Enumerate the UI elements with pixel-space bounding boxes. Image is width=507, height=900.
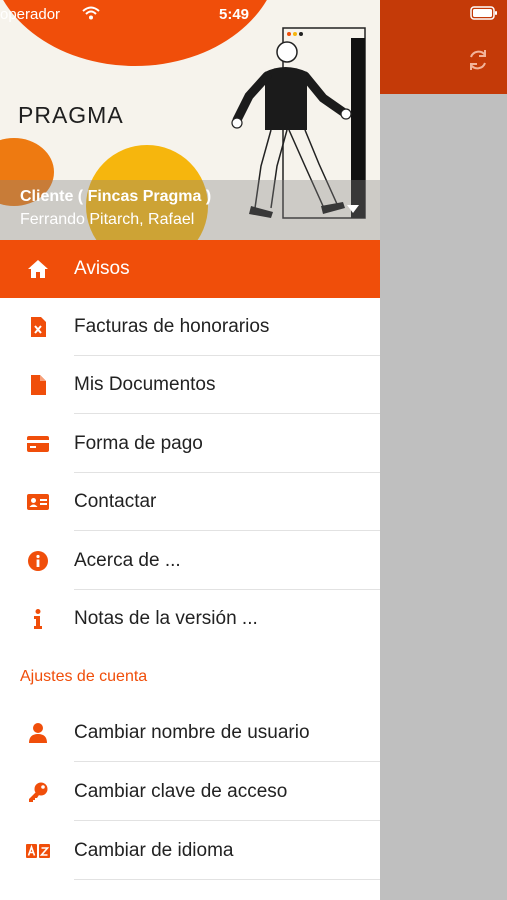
menu-item-notas-version[interactable]: Notas de la versión ... xyxy=(0,590,380,648)
menu-item-documentos[interactable]: Mis Documentos xyxy=(0,356,380,414)
language-icon xyxy=(26,844,50,858)
document-icon xyxy=(31,375,46,395)
user-name: Ferrando Pitarch, Rafael xyxy=(20,211,195,228)
menu-item-label: Contactar xyxy=(74,491,157,512)
status-carrier: operador xyxy=(0,6,61,23)
invoice-icon xyxy=(31,317,46,337)
drawer-header[interactable]: PRAGMA Cliente ( Fincas Pragma ) Ferrand… xyxy=(0,0,380,240)
info-circle-icon xyxy=(28,551,48,571)
refresh-icon[interactable] xyxy=(464,46,492,74)
menu-item-label: Facturas de honorarios xyxy=(74,316,270,337)
menu-item-cambiar-clave[interactable]: Cambiar clave de acceso xyxy=(0,763,380,821)
menu-item-cambiar-usuario[interactable]: Cambiar nombre de usuario xyxy=(0,704,380,762)
status-time: 5:49 xyxy=(219,6,250,23)
account-dropdown-icon[interactable] xyxy=(347,205,359,213)
menu-item-label: Cambiar nombre de usuario xyxy=(74,722,310,743)
battery-icon xyxy=(470,6,497,20)
menu-item-avisos[interactable]: Avisos xyxy=(0,240,380,298)
credit-card-icon xyxy=(27,436,49,452)
divider xyxy=(74,530,380,531)
contact-card-icon xyxy=(27,494,49,510)
navigation-drawer: PRAGMA Cliente ( Fincas Pragma ) Ferrand… xyxy=(0,0,380,900)
menu-item-label: Mis Documentos xyxy=(74,374,216,395)
menu-item-cambiar-idioma[interactable]: Cambiar de idioma xyxy=(0,822,380,880)
key-icon xyxy=(29,782,48,802)
menu-item-label: Avisos xyxy=(74,258,130,279)
menu-item-label: Acerca de ... xyxy=(74,550,181,571)
divider xyxy=(74,879,380,880)
pragma-logo: PRAGMA xyxy=(18,102,124,128)
menu-item-acerca[interactable]: Acerca de ... xyxy=(0,532,380,590)
divider xyxy=(74,413,380,414)
menu-item-forma-pago[interactable]: Forma de pago xyxy=(0,415,380,473)
user-icon xyxy=(29,723,47,743)
menu-item-label: Notas de la versión ... xyxy=(74,608,258,629)
home-icon xyxy=(28,260,48,278)
info-icon xyxy=(34,609,42,629)
menu-item-label: Cambiar clave de acceso xyxy=(74,781,288,802)
menu-item-contactar[interactable]: Contactar xyxy=(0,473,380,531)
menu-item-label: Forma de pago xyxy=(74,433,203,454)
divider xyxy=(74,761,380,762)
menu-item-label: Cambiar de idioma xyxy=(74,840,234,861)
wifi-icon xyxy=(82,6,100,20)
client-name: Cliente ( Fincas Pragma ) xyxy=(20,188,212,205)
menu-item-facturas[interactable]: Facturas de honorarios xyxy=(0,298,380,356)
divider xyxy=(74,820,380,821)
section-title-account: Ajustes de cuenta xyxy=(20,668,148,685)
